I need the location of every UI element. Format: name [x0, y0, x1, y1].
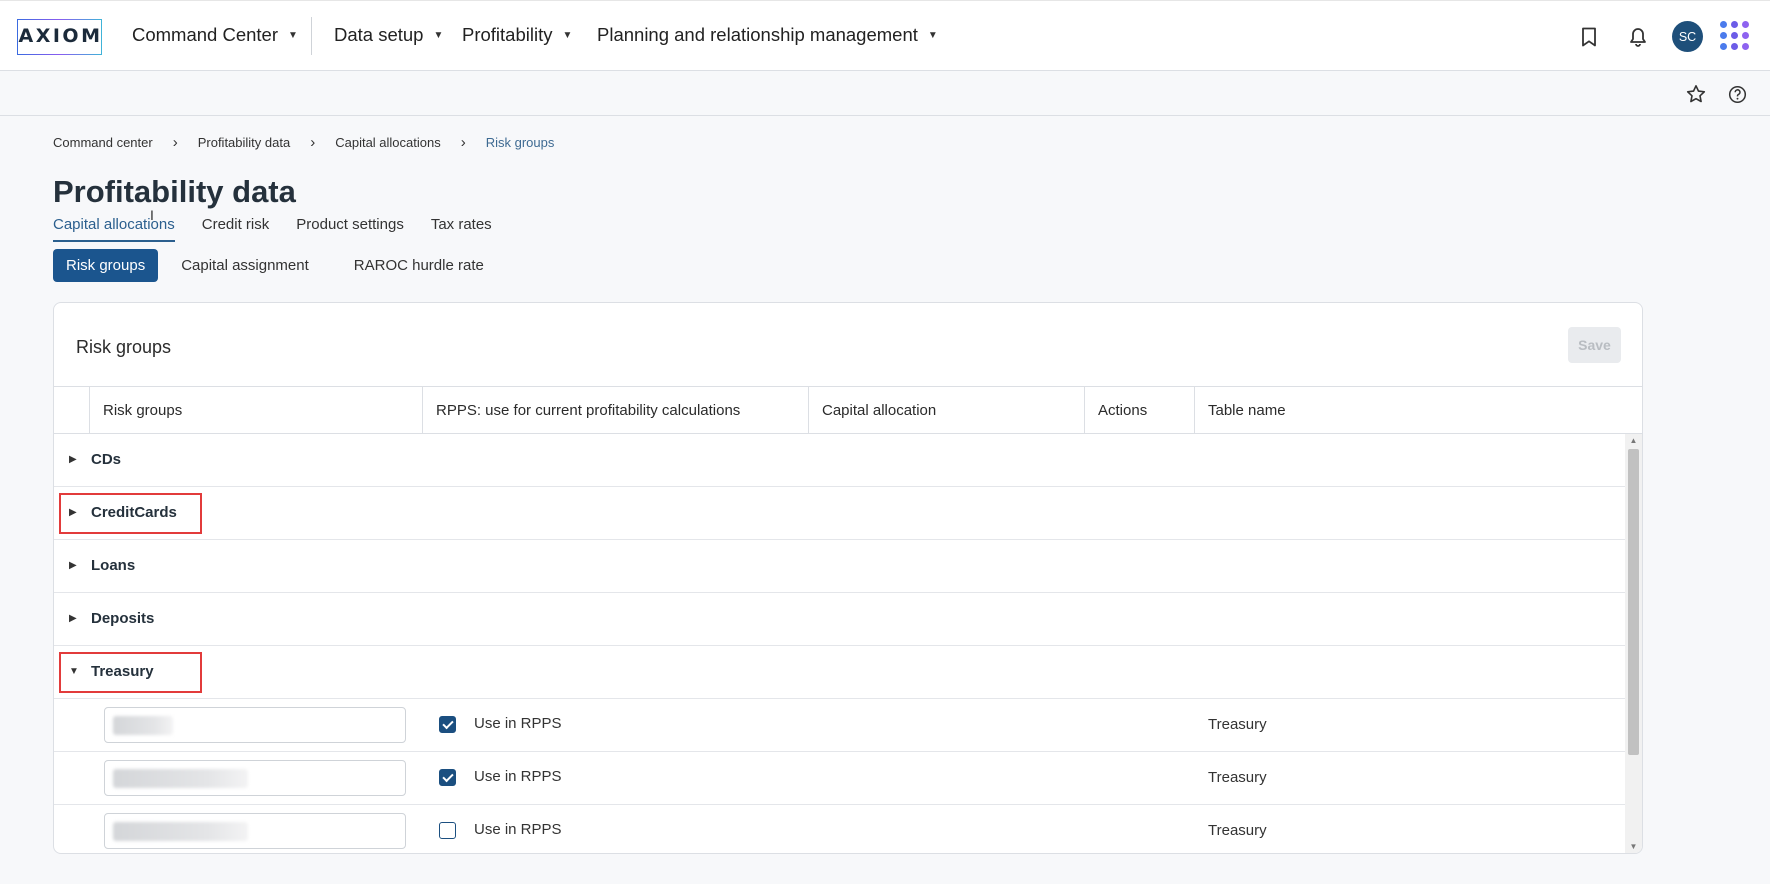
- risk-group-name-input[interactable]: [104, 760, 406, 796]
- header-actions[interactable]: Actions: [1084, 387, 1194, 434]
- tab-credit-risk[interactable]: Credit risk: [202, 216, 270, 242]
- header-expand-column: [54, 387, 89, 434]
- utility-bar: [0, 71, 1770, 116]
- apps-grid-icon[interactable]: [1720, 21, 1750, 51]
- redacted-text: [113, 769, 248, 788]
- group-row-deposits[interactable]: ▶ Deposits: [54, 593, 1625, 646]
- nav-label: Command Center: [132, 24, 279, 45]
- redacted-text: [113, 716, 173, 735]
- group-name: CDs: [91, 451, 122, 468]
- card-title: Risk groups: [76, 337, 172, 357]
- rpps-label: Use in RPPS: [474, 715, 562, 732]
- breadcrumb-command-center[interactable]: Command center: [53, 135, 153, 150]
- risk-group-name-input[interactable]: [104, 707, 406, 743]
- rpps-label: Use in RPPS: [474, 821, 562, 838]
- header-risk-groups[interactable]: Risk groups: [89, 387, 422, 434]
- tab-tax-rates[interactable]: Tax rates: [431, 216, 492, 242]
- nav-divider: [311, 17, 312, 55]
- primary-tabs: Capital allocations Credit risk Product …: [53, 216, 492, 242]
- table-name-cell: Treasury: [1208, 822, 1267, 839]
- table-name-cell: Treasury: [1208, 769, 1267, 786]
- expand-arrow-icon[interactable]: ▶: [69, 560, 77, 571]
- nav-label: Data setup: [334, 24, 424, 45]
- risk-group-name-input[interactable]: [104, 813, 406, 849]
- logo-text: AXIOM: [18, 25, 103, 47]
- table-row: Use in RPPS Treasury: [54, 805, 1625, 853]
- avatar[interactable]: SC: [1672, 21, 1703, 52]
- group-name: Treasury: [91, 663, 154, 680]
- group-name: Loans: [91, 557, 136, 574]
- use-in-rpps-checkbox[interactable]: [439, 822, 456, 839]
- header-capital-allocation[interactable]: Capital allocation: [808, 387, 1084, 434]
- tab-product-settings[interactable]: Product settings: [296, 216, 404, 242]
- use-in-rpps-checkbox[interactable]: [439, 769, 456, 786]
- breadcrumb-capital-allocations[interactable]: Capital allocations: [335, 135, 441, 150]
- risk-groups-card: Risk groups Save Risk groups RPPS: use f…: [53, 302, 1643, 854]
- header-rpps[interactable]: RPPS: use for current profitability calc…: [422, 387, 808, 434]
- rpps-label: Use in RPPS: [474, 768, 562, 785]
- bell-icon[interactable]: [1627, 25, 1649, 49]
- table-row: Use in RPPS Treasury: [54, 699, 1625, 752]
- table-header: Risk groups RPPS: use for current profit…: [54, 386, 1642, 434]
- chevron-right-icon: ›: [460, 134, 466, 151]
- vertical-scrollbar[interactable]: ▲ ▼: [1625, 434, 1642, 853]
- group-row-cds[interactable]: ▶ CDs: [54, 434, 1625, 487]
- nav-planning[interactable]: Planning and relationship management ▼: [597, 24, 938, 46]
- caret-down-icon: ▼: [927, 29, 938, 41]
- expand-arrow-icon[interactable]: ▶: [69, 613, 77, 624]
- redacted-text: [113, 822, 248, 841]
- table-row: Use in RPPS Treasury: [54, 752, 1625, 805]
- nav-label: Planning and relationship management: [597, 24, 918, 45]
- group-row-treasury[interactable]: ▼ Treasury: [54, 646, 1625, 699]
- table-body: ▶ CDs ▶ CreditCards ▶ Loans ▶ Deposits ▼…: [54, 434, 1625, 853]
- expand-arrow-icon[interactable]: ▶: [69, 454, 77, 465]
- expand-arrow-icon[interactable]: ▶: [69, 507, 77, 518]
- save-button[interactable]: Save: [1568, 327, 1621, 363]
- header-table-name[interactable]: Table name: [1194, 387, 1642, 434]
- group-name: CreditCards: [91, 504, 177, 521]
- subtab-risk-groups[interactable]: Risk groups: [53, 249, 159, 282]
- subtab-capital-assignment[interactable]: Capital assignment: [181, 249, 322, 282]
- chevron-right-icon: ›: [172, 134, 178, 151]
- chevron-right-icon: ›: [310, 134, 316, 151]
- breadcrumb-profitability-data[interactable]: Profitability data: [198, 135, 291, 150]
- scroll-up-arrow-icon[interactable]: ▲: [1625, 434, 1642, 448]
- nav-profitability[interactable]: Profitability ▼: [462, 24, 572, 46]
- avatar-initials: SC: [1678, 29, 1697, 44]
- nav-command-center[interactable]: Command Center ▼: [132, 24, 298, 46]
- bookmark-icon[interactable]: [1578, 25, 1600, 49]
- group-row-loans[interactable]: ▶ Loans: [54, 540, 1625, 593]
- tab-capital-allocations[interactable]: Capital allocations: [53, 216, 175, 242]
- group-row-creditcards[interactable]: ▶ CreditCards: [54, 487, 1625, 540]
- nav-data-setup[interactable]: Data setup ▼: [334, 24, 443, 46]
- table-name-cell: Treasury: [1208, 716, 1267, 733]
- subtab-raroc-hurdle-rate[interactable]: RAROC hurdle rate: [345, 249, 497, 282]
- star-icon[interactable]: [1685, 83, 1707, 105]
- caret-down-icon: ▼: [562, 29, 573, 41]
- help-icon[interactable]: [1726, 83, 1748, 105]
- collapse-arrow-icon[interactable]: ▼: [69, 666, 79, 677]
- group-name: Deposits: [91, 610, 155, 627]
- secondary-tabs: Risk groups Capital assignment RAROC hur…: [53, 249, 497, 282]
- top-nav-bar: AXIOM Command Center ▼ Data setup ▼ Profit…: [0, 0, 1770, 71]
- nav-label: Profitability: [462, 24, 553, 45]
- scroll-down-arrow-icon[interactable]: ▼: [1625, 840, 1642, 853]
- axiom-logo[interactable]: AXIOM: [17, 19, 102, 55]
- use-in-rpps-checkbox[interactable]: [439, 716, 456, 733]
- scrollbar-thumb[interactable]: [1628, 449, 1639, 755]
- caret-down-icon: ▼: [288, 29, 298, 41]
- breadcrumb: Command center › Profitability data › Ca…: [53, 134, 554, 151]
- page-title: Profitability data: [53, 174, 296, 209]
- caret-down-icon: ▼: [433, 29, 444, 41]
- breadcrumb-risk-groups: Risk groups: [485, 135, 555, 150]
